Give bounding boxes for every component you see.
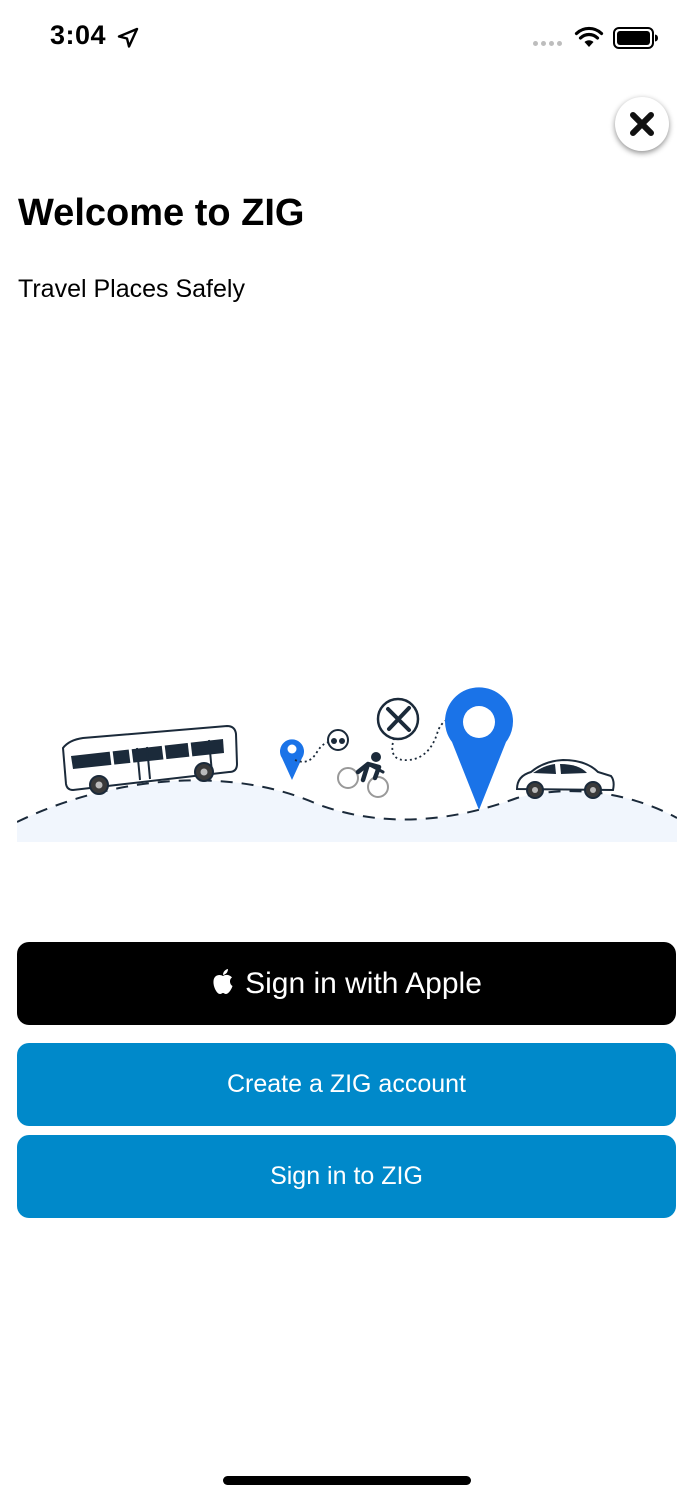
battery-icon <box>613 27 658 49</box>
sign-in-label: Sign in to ZIG <box>270 1162 423 1190</box>
large-pin-icon <box>445 687 513 810</box>
cellular-signal-icon <box>533 41 562 46</box>
status-time: 3:04 <box>50 20 107 50</box>
status-bar: 3:04 <box>0 0 693 80</box>
apple-button-label: Sign in with Apple <box>245 966 482 1000</box>
cyclist-icon <box>337 752 389 798</box>
page-title: Welcome to ZIG <box>18 192 305 234</box>
close-icon <box>630 112 654 136</box>
apple-logo-icon <box>213 968 233 994</box>
wifi-icon <box>574 26 604 47</box>
create-account-button[interactable]: Create a ZIG account <box>17 1043 676 1126</box>
close-button[interactable] <box>615 97 669 151</box>
home-indicator[interactable] <box>223 1476 471 1485</box>
create-account-label: Create a ZIG account <box>226 1070 466 1098</box>
page-subtitle: Travel Places Safely <box>18 275 245 303</box>
small-pin-icon <box>280 739 304 780</box>
location-arrow-icon <box>117 27 139 48</box>
binoculars-icon <box>327 729 349 751</box>
travel-illustration <box>17 687 677 842</box>
restaurant-icon <box>376 697 420 741</box>
sign-in-button[interactable]: Sign in to ZIG <box>17 1135 676 1218</box>
sign-in-with-apple-button[interactable]: Sign in with Apple <box>17 942 676 1025</box>
